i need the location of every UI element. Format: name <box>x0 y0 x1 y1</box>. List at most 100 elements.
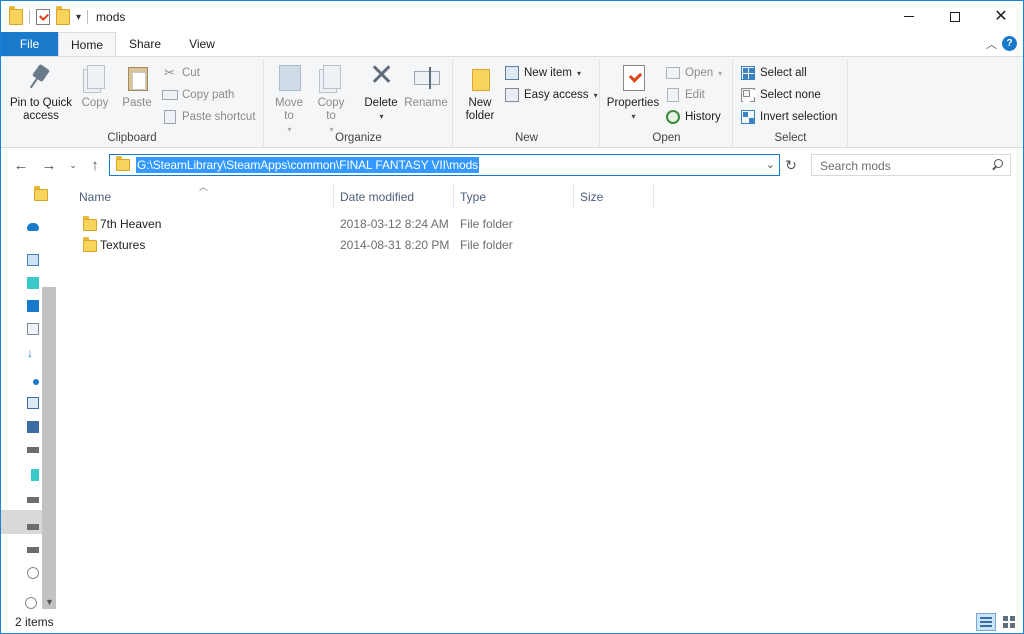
delete-button[interactable]: ✕ Delete ▾ <box>361 58 401 123</box>
select-all-icon <box>740 65 756 81</box>
music-icon[interactable] <box>33 379 39 385</box>
pin-label: Pin to Quick access <box>10 97 72 122</box>
minimize-button[interactable] <box>886 1 932 32</box>
file-name: 7th Heaven <box>100 217 162 231</box>
column-header-date-modified[interactable]: Date modified <box>334 184 454 209</box>
properties-icon <box>619 63 647 93</box>
move-to-button[interactable]: Move to ▾ <box>271 63 307 136</box>
select-all-button[interactable]: Select all <box>740 63 807 83</box>
select-group: Select all Select none Invert selection … <box>734 59 848 147</box>
file-row[interactable]: Textures 2014-08-31 8:20 PM File folder <box>75 235 675 256</box>
drive-icon[interactable] <box>31 469 39 481</box>
properties-qat-icon[interactable] <box>36 9 50 25</box>
videos-icon[interactable] <box>27 421 39 433</box>
this-pc-icon[interactable] <box>27 254 39 266</box>
documents-icon[interactable] <box>27 323 39 335</box>
nav-scrollbar-thumb[interactable] <box>42 287 56 609</box>
search-box[interactable]: Search mods <box>811 154 1011 176</box>
drive-icon[interactable] <box>27 447 39 453</box>
forward-button[interactable]: → <box>39 155 59 175</box>
qat-dropdown-icon[interactable]: ▾ <box>76 12 81 23</box>
new-item-button[interactable]: New item ▾ <box>504 63 581 83</box>
details-view-icon[interactable] <box>976 613 996 631</box>
search-input[interactable]: Search mods <box>820 159 891 173</box>
scroll-down-icon[interactable]: ▼ <box>45 597 54 607</box>
large-icons-view-icon[interactable] <box>1000 613 1020 631</box>
new-folder-label: New folder <box>465 97 495 122</box>
address-dropdown-icon[interactable]: ⌄ <box>766 158 775 171</box>
quick-access-toolbar: ▾ mods <box>9 6 125 26</box>
delete-icon: ✕ <box>369 58 395 93</box>
dvd-drive-icon[interactable] <box>25 597 37 609</box>
paste-button[interactable]: Paste <box>118 63 156 110</box>
copy-path-icon <box>162 87 178 103</box>
edit-button[interactable]: Edit <box>665 85 705 105</box>
recent-locations-button[interactable]: ⌄ <box>63 155 83 175</box>
pin-icon <box>27 63 55 93</box>
properties-caret-icon: ▾ <box>631 112 636 121</box>
file-row[interactable]: 7th Heaven 2018-03-12 8:24 AM File folde… <box>75 214 675 235</box>
pin-to-quick-access-button[interactable]: Pin to Quick access <box>5 63 77 123</box>
tab-share[interactable]: Share <box>118 32 172 56</box>
new-folder-button[interactable]: New folder <box>460 63 500 123</box>
drive-icon[interactable] <box>27 524 39 530</box>
explorer-window: ▾ mods ✕ File Home Share View ︿ ? Pin to… <box>0 0 1024 634</box>
copy-to-button[interactable]: Copy to ▾ <box>313 63 349 136</box>
copy-button[interactable]: Copy <box>77 63 113 110</box>
desktop-icon[interactable] <box>27 300 39 312</box>
forward-arrow-icon: → <box>41 156 57 174</box>
copy-path-button[interactable]: Copy path <box>162 85 234 105</box>
downloads-icon[interactable]: ↓ <box>27 347 39 359</box>
paste-shortcut-button[interactable]: Paste shortcut <box>162 107 256 127</box>
tab-home[interactable]: Home <box>58 32 116 57</box>
copy-to-label: Copy to <box>317 97 345 122</box>
select-none-button[interactable]: Select none <box>740 85 821 105</box>
open-icon <box>665 65 681 81</box>
help-icon[interactable]: ? <box>1002 36 1017 51</box>
pictures-icon[interactable] <box>27 397 39 409</box>
refresh-button[interactable]: ↻ <box>782 155 800 175</box>
folder-icon[interactable] <box>34 186 48 201</box>
open-button[interactable]: Open ▾ <box>665 63 722 83</box>
file-name: Textures <box>100 238 146 252</box>
ribbon-tabs: File Home Share View <box>1 32 1023 57</box>
new-group: New folder New item ▾ Easy access ▾ New <box>454 59 600 147</box>
paste-shortcut-label: Paste shortcut <box>182 111 256 123</box>
invert-selection-button[interactable]: Invert selection <box>740 107 837 127</box>
drive-icon[interactable] <box>27 497 39 503</box>
status-bar: 2 items <box>1 612 1023 633</box>
rename-button[interactable]: Rename <box>403 63 449 110</box>
tab-file[interactable]: File <box>1 32 58 56</box>
history-button[interactable]: History <box>665 107 721 127</box>
close-button[interactable]: ✕ <box>978 1 1023 32</box>
column-header-type[interactable]: Type <box>454 184 574 209</box>
onedrive-icon[interactable] <box>27 223 39 231</box>
chevron-down-icon: ⌄ <box>69 159 77 170</box>
easy-access-button[interactable]: Easy access ▾ <box>504 85 598 105</box>
organize-group: Move to ▾ Copy to ▾ ✕ Delete ▾ Rename Or… <box>265 59 453 147</box>
dvd-drive-icon[interactable] <box>27 567 39 579</box>
delete-caret-icon: ▾ <box>379 112 384 121</box>
cut-button[interactable]: ✂ Cut <box>162 63 200 83</box>
properties-button[interactable]: Properties ▾ <box>605 63 661 123</box>
address-bar[interactable]: G:\SteamLibrary\SteamApps\common\FINAL F… <box>109 154 780 176</box>
address-input[interactable]: G:\SteamLibrary\SteamApps\common\FINAL F… <box>136 157 480 173</box>
tab-view[interactable]: View <box>174 32 230 56</box>
clipboard-group-label: Clipboard <box>107 132 157 144</box>
new-item-icon <box>504 65 520 81</box>
selected-nav-item[interactable] <box>1 510 42 534</box>
up-button[interactable]: ↑ <box>85 155 105 175</box>
drive-icon[interactable] <box>27 547 39 553</box>
collapse-ribbon-icon[interactable]: ︿ <box>986 36 997 52</box>
new-folder-icon <box>466 63 494 93</box>
new-folder-qat-icon[interactable] <box>56 6 70 25</box>
column-header-size[interactable]: Size <box>574 184 654 209</box>
up-arrow-icon: ↑ <box>91 156 99 174</box>
invert-selection-icon <box>740 109 756 125</box>
qat-separator <box>29 10 30 24</box>
column-size-label: Size <box>580 189 604 204</box>
column-header-name[interactable]: Name <box>73 184 334 209</box>
maximize-button[interactable] <box>932 1 978 32</box>
3d-objects-icon[interactable] <box>27 277 39 289</box>
back-button[interactable]: ← <box>11 155 31 175</box>
